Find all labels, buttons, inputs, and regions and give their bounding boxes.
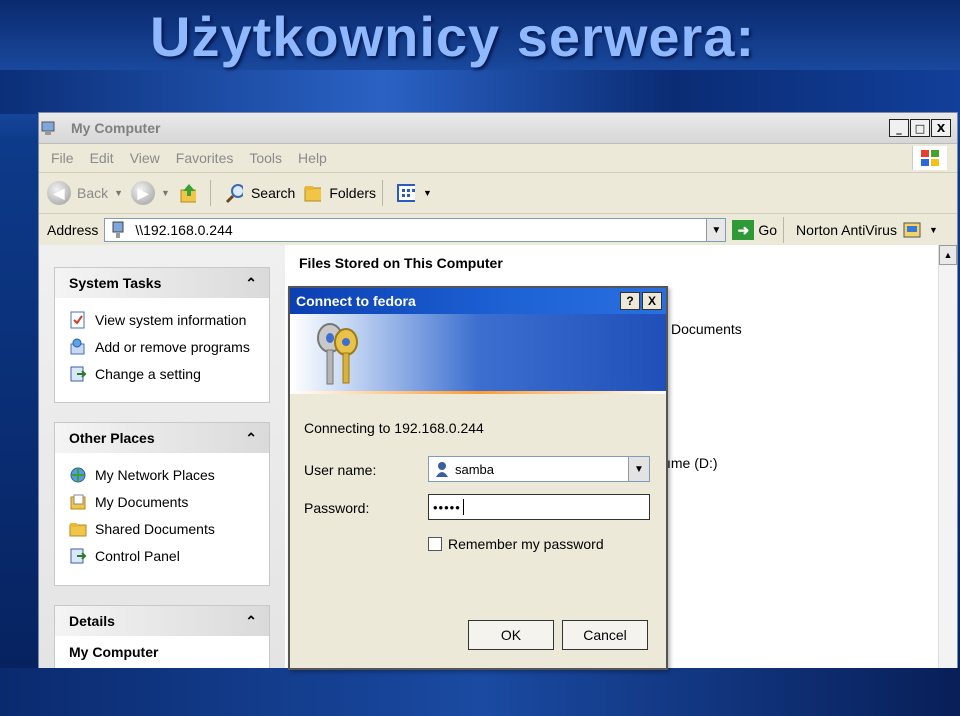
views-button[interactable]: ▼ bbox=[397, 184, 432, 202]
shared-documents-icon bbox=[69, 520, 87, 538]
menu-bar: File Edit View Favorites Tools Help bbox=[39, 144, 957, 173]
folders-button[interactable]: Folders bbox=[303, 184, 376, 202]
toolbar-separator bbox=[209, 180, 211, 206]
menu-tools[interactable]: Tools bbox=[249, 150, 282, 166]
address-input[interactable]: \\192.168.0.244 ▼ bbox=[104, 218, 727, 242]
task-view-system-information[interactable]: View system information bbox=[55, 306, 269, 333]
back-button[interactable]: ◀ Back ▼ bbox=[47, 181, 123, 205]
task-add-remove-programs[interactable]: Add or remove programs bbox=[55, 333, 269, 360]
password-label: Password: bbox=[304, 500, 370, 516]
details-panel: Details ⌃ My Computer bbox=[54, 605, 270, 669]
system-info-icon bbox=[69, 311, 87, 329]
local-disk-d-partial[interactable]: ıme (D:) bbox=[667, 455, 718, 471]
dialog-title: Connect to fedora bbox=[296, 293, 416, 309]
menu-help[interactable]: Help bbox=[298, 150, 327, 166]
username-combobox[interactable]: samba ▼ bbox=[428, 456, 650, 482]
ok-button[interactable]: OK bbox=[468, 620, 554, 650]
remember-checkbox[interactable] bbox=[428, 537, 442, 551]
username-label: User name: bbox=[304, 462, 377, 478]
other-places-header[interactable]: Other Places ⌃ bbox=[55, 423, 269, 453]
address-dropdown-icon[interactable]: ▼ bbox=[706, 219, 726, 241]
chevron-down-icon: ▼ bbox=[928, 225, 938, 235]
address-value: \\192.168.0.244 bbox=[135, 222, 233, 238]
place-my-network-places[interactable]: My Network Places bbox=[55, 461, 269, 488]
collapse-chevron-icon[interactable]: ⌃ bbox=[245, 430, 257, 447]
other-places-panel: Other Places ⌃ My Network Places My Docu… bbox=[54, 422, 270, 586]
cancel-button[interactable]: Cancel bbox=[562, 620, 648, 650]
window-title: My Computer bbox=[71, 120, 161, 136]
maximize-button[interactable]: □ bbox=[910, 119, 930, 137]
chevron-down-icon: ▼ bbox=[161, 188, 170, 198]
close-button[interactable]: X bbox=[931, 119, 951, 137]
username-value: samba bbox=[455, 461, 495, 477]
go-arrow-icon: ➜ bbox=[732, 220, 755, 240]
password-input[interactable]: ••••• bbox=[428, 494, 650, 520]
back-arrow-icon: ◀ bbox=[47, 181, 71, 205]
norton-antivirus-button[interactable]: Norton AntiVirus ▼ bbox=[796, 221, 938, 239]
keys-icon bbox=[317, 323, 358, 385]
slide-title: Użytkownicy serwera: bbox=[150, 5, 756, 68]
collapse-chevron-icon[interactable]: ⌃ bbox=[245, 275, 257, 292]
system-tasks-header[interactable]: System Tasks ⌃ bbox=[55, 268, 269, 298]
dialog-close-button[interactable]: X bbox=[642, 292, 662, 310]
add-remove-programs-icon bbox=[69, 338, 87, 356]
toolbar-separator bbox=[783, 217, 785, 243]
toolbar-separator bbox=[382, 180, 384, 206]
menu-edit[interactable]: Edit bbox=[90, 150, 114, 166]
search-icon bbox=[225, 184, 243, 204]
chevron-down-icon: ▼ bbox=[114, 188, 124, 198]
norton-icon bbox=[903, 221, 921, 239]
computer-icon bbox=[39, 119, 57, 137]
go-button[interactable]: ➜ Go bbox=[732, 220, 777, 240]
chevron-down-icon: ▼ bbox=[423, 188, 432, 198]
toolbar: ◀ Back ▼ ▶ ▼ Search Folders ▼ bbox=[39, 173, 957, 214]
up-folder-button[interactable] bbox=[178, 184, 204, 203]
details-subtitle: My Computer bbox=[69, 644, 159, 660]
connecting-label: Connecting to 192.168.0.244 bbox=[304, 420, 484, 436]
control-panel-icon bbox=[69, 547, 87, 565]
control-panel-icon bbox=[69, 365, 87, 383]
place-control-panel[interactable]: Control Panel bbox=[55, 542, 269, 569]
my-documents-icon bbox=[69, 493, 87, 511]
header-band bbox=[0, 70, 960, 114]
place-my-documents[interactable]: My Documents bbox=[55, 488, 269, 515]
windows-logo-icon bbox=[912, 146, 947, 170]
vertical-scrollbar[interactable]: ▲ bbox=[938, 245, 957, 669]
files-stored-heading: Files Stored on This Computer bbox=[299, 255, 503, 271]
place-shared-documents[interactable]: Shared Documents bbox=[55, 515, 269, 542]
dialog-body: Connecting to 192.168.0.244 User name: s… bbox=[290, 394, 666, 664]
dialog-titlebar: Connect to fedora ? X bbox=[290, 288, 666, 314]
task-change-setting[interactable]: Change a setting bbox=[55, 360, 269, 387]
password-value: ••••• bbox=[433, 499, 461, 515]
connect-dialog: Connect to fedora ? X Connecting to 192.… bbox=[288, 286, 668, 670]
address-label: Address bbox=[47, 222, 99, 238]
window-titlebar: My Computer _ □ X bbox=[39, 113, 957, 144]
search-button[interactable]: Search bbox=[225, 184, 295, 204]
menu-view[interactable]: View bbox=[130, 150, 160, 166]
network-computer-icon bbox=[109, 221, 127, 239]
dialog-banner bbox=[290, 314, 666, 394]
network-places-icon bbox=[69, 466, 87, 484]
system-tasks-panel: System Tasks ⌃ View system information A… bbox=[54, 267, 270, 403]
collapse-chevron-icon[interactable]: ⌃ bbox=[245, 613, 257, 630]
remember-password-row[interactable]: Remember my password bbox=[428, 536, 604, 552]
help-button[interactable]: ? bbox=[620, 292, 640, 310]
task-pane: System Tasks ⌃ View system information A… bbox=[39, 245, 285, 669]
address-bar: Address \\192.168.0.244 ▼ ➜ Go Norton An… bbox=[39, 214, 957, 247]
details-header[interactable]: Details ⌃ bbox=[55, 606, 269, 636]
scroll-up-icon[interactable]: ▲ bbox=[939, 245, 957, 265]
shared-documents-partial[interactable]: Documents bbox=[671, 321, 742, 337]
up-folder-icon bbox=[178, 184, 196, 203]
forward-arrow-icon: ▶ bbox=[131, 181, 156, 205]
minimize-button[interactable]: _ bbox=[889, 119, 909, 137]
menu-file[interactable]: File bbox=[51, 150, 74, 166]
username-dropdown-icon[interactable]: ▼ bbox=[628, 457, 649, 481]
user-icon bbox=[433, 460, 451, 478]
text-cursor bbox=[462, 499, 464, 515]
views-icon bbox=[397, 184, 416, 202]
footer-band bbox=[0, 668, 960, 716]
menu-favorites[interactable]: Favorites bbox=[176, 150, 234, 166]
folders-icon bbox=[303, 184, 322, 202]
forward-button[interactable]: ▶ ▼ bbox=[131, 181, 170, 205]
